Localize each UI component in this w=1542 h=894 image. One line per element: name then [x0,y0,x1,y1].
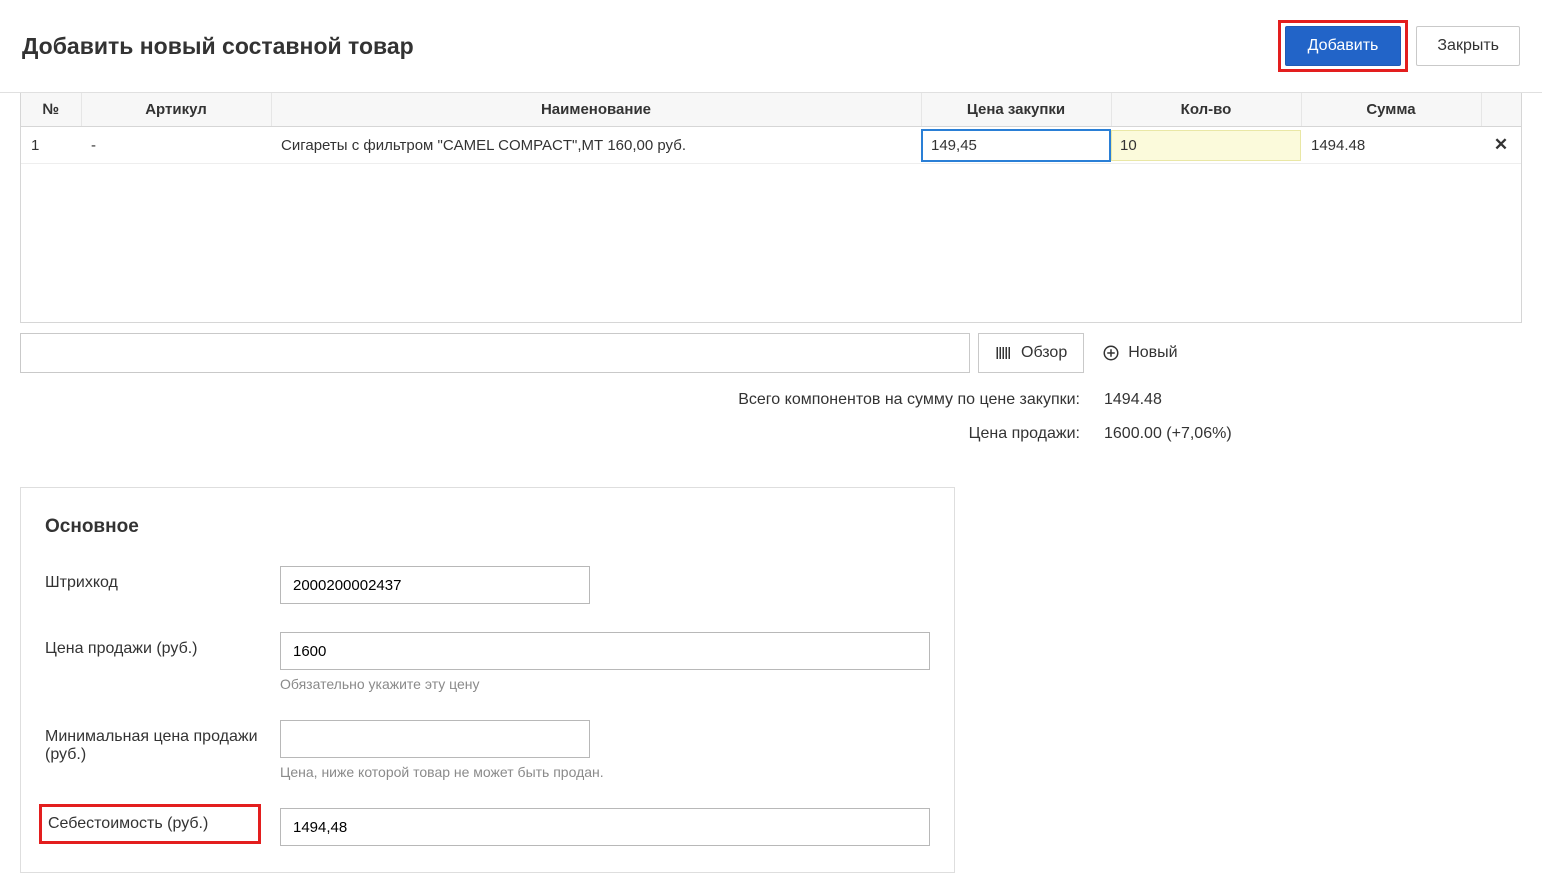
col-header-delete [1481,93,1521,127]
summary-total-value: 1494.48 [1104,391,1304,409]
browse-button-label: Обзор [1021,344,1067,362]
cell-sum: 1494.48 [1301,127,1481,164]
browse-button[interactable]: Обзор [978,333,1084,373]
minprice-input[interactable] [280,720,590,758]
col-header-qty[interactable]: Кол-во [1111,93,1301,127]
minprice-hint: Цена, ниже которой товар не может быть п… [280,764,930,780]
dialog-header: Добавить новый составной товар Добавить … [0,0,1542,93]
cell-name: Сигареты с фильтром "CAMEL COMPACT",МТ 1… [271,127,921,164]
table-row[interactable]: 1 - Сигареты с фильтром "CAMEL COMPACT",… [21,127,1521,164]
barcode-label: Штрихкод [45,566,280,592]
barcode-input[interactable] [280,566,590,604]
cell-qty-input[interactable]: 10 [1111,130,1301,161]
minprice-label: Минимальная цена продажи (руб.) [45,720,280,764]
add-button[interactable]: Добавить [1285,26,1402,66]
cost-input[interactable] [280,808,930,846]
component-search-input[interactable] [20,333,970,373]
grid-header-row: № Артикул Наименование Цена закупки Кол-… [21,93,1521,127]
summary-sale-label: Цена продажи: [20,425,1080,443]
saleprice-label: Цена продажи (руб.) [45,632,280,658]
col-header-sum[interactable]: Сумма [1301,93,1481,127]
col-header-sku[interactable]: Артикул [81,93,271,127]
components-grid: № Артикул Наименование Цена закупки Кол-… [20,93,1522,323]
close-button[interactable]: Закрыть [1416,26,1520,66]
component-add-bar: Обзор Новый [0,333,1542,373]
delete-row-icon[interactable]: ✕ [1494,135,1508,154]
summary-sale-value: 1600.00 (+7,06%) [1104,425,1304,443]
col-header-price[interactable]: Цена закупки [921,93,1111,127]
cell-price-input[interactable]: 149,45 [921,129,1111,162]
cell-num: 1 [21,127,81,164]
highlight-add-button: Добавить [1278,20,1409,72]
new-button-label: Новый [1128,344,1177,362]
summary-block: Всего компонентов на сумму по цене закуп… [0,387,1542,487]
summary-total-label: Всего компонентов на сумму по цене закуп… [20,391,1080,409]
cost-label: Себестоимость (руб.) [48,815,208,832]
cell-sku: - [81,127,271,164]
plus-circle-icon [1102,344,1120,362]
main-panel: Основное Штрихкод Цена продажи (руб.) Об… [20,487,955,873]
new-button[interactable]: Новый [1092,333,1187,373]
panel-title: Основное [45,516,930,538]
col-header-name[interactable]: Наименование [271,93,921,127]
col-header-num[interactable]: № [21,93,81,127]
saleprice-input[interactable] [280,632,930,670]
header-actions: Добавить Закрыть [1278,20,1520,72]
dialog-title: Добавить новый составной товар [22,33,414,60]
barcode-icon [995,344,1013,362]
saleprice-hint: Обязательно укажите эту цену [280,676,930,692]
highlight-cost-label: Себестоимость (руб.) [39,804,261,844]
